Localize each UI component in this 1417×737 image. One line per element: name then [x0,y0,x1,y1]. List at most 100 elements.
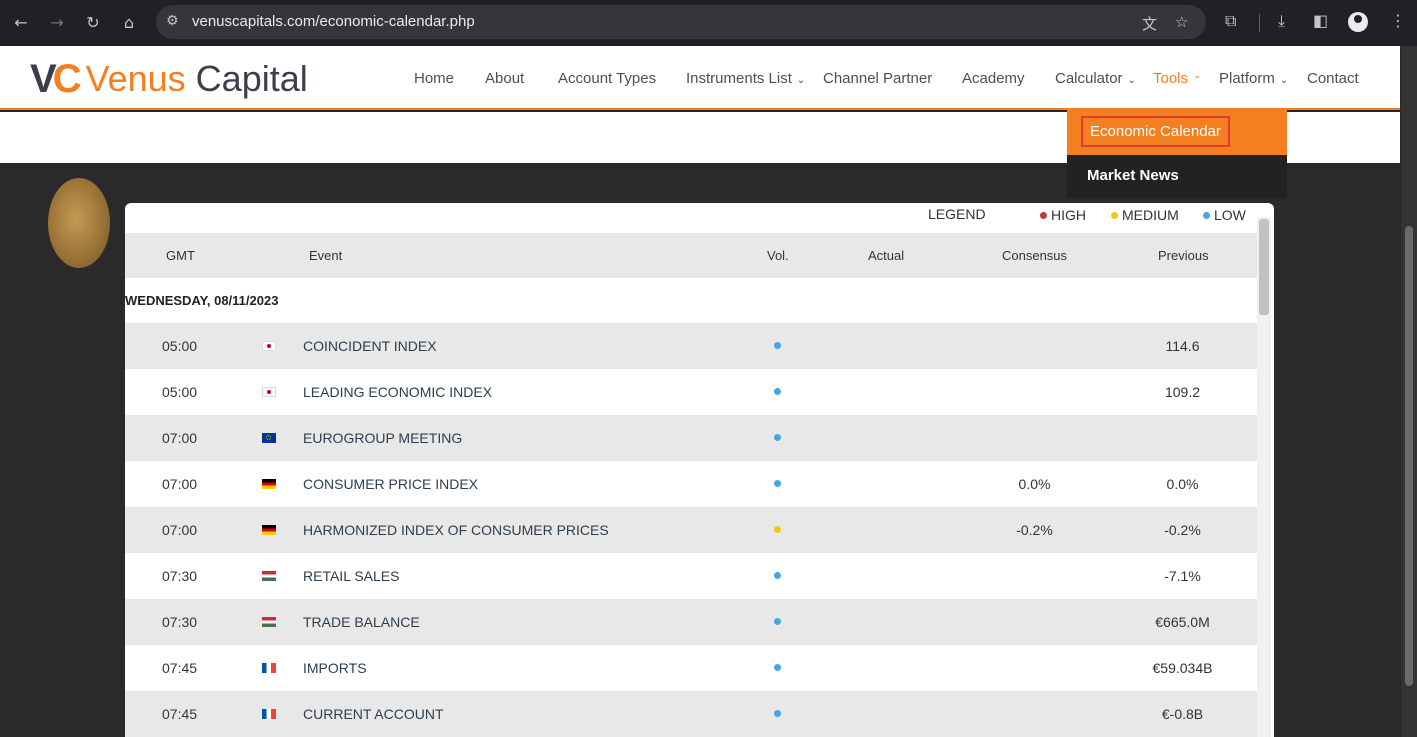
header-previous[interactable]: Previous [1158,248,1209,263]
home-icon[interactable]: ⌂ [118,11,140,33]
table-row[interactable]: 07:45 CURRENT ACCOUNT €-0.8B [125,691,1257,737]
event-name[interactable]: LEADING ECONOMIC INDEX [303,384,492,400]
dropdown-item-economic-calendar[interactable]: Economic Calendar [1067,110,1287,155]
table-row[interactable]: 07:00 HARMONIZED INDEX OF CONSUMER PRICES… [125,507,1257,553]
page-scrollbar-thumb[interactable] [1405,226,1413,686]
legend-medium: MEDIUM [1111,207,1179,223]
table-row[interactable]: 05:00 COINCIDENT INDEX 114.6 [125,323,1257,369]
nav-contact[interactable]: Contact [1307,70,1359,87]
header-gmt[interactable]: GMT [166,248,195,263]
event-time: 05:00 [162,384,198,400]
nav-channel-partner[interactable]: Channel Partner [823,70,932,87]
event-consensus: -0.2% [1016,522,1053,538]
venus-capital-logo[interactable]: VC Venus Capital [30,56,308,101]
flag-icon [262,479,276,489]
volatility-dot-icon [774,664,781,671]
sidepanel-icon[interactable]: ◧ [1313,11,1328,30]
event-time: 07:00 [162,476,198,492]
table-row[interactable]: 07:30 RETAIL SALES -7.1% [125,553,1257,599]
menu-icon[interactable]: ⋮ [1390,11,1406,30]
chevron-up-icon: ⌃ [1193,75,1202,86]
toolbar-divider [1259,14,1260,32]
nav-home[interactable]: Home [414,70,454,87]
low-dot-icon [1203,211,1210,219]
table-row[interactable]: 07:45 IMPORTS €59.034B [125,645,1257,691]
logo-mark: VC [30,56,82,101]
event-name[interactable]: TRADE BALANCE [303,614,420,630]
volatility-dot-icon [774,342,781,349]
nav-platform[interactable]: Platform ⌄ [1219,70,1288,87]
event-name[interactable]: EUROGROUP MEETING [303,430,462,446]
volatility-dot-icon [774,618,781,625]
download-icon[interactable]: ⤓ [1278,11,1285,31]
chevron-down-icon: ⌄ [1127,75,1136,86]
flag-icon [262,617,276,627]
reload-icon[interactable]: ↻ [82,11,104,33]
header-event[interactable]: Event [309,248,342,263]
event-name[interactable]: CURRENT ACCOUNT [303,706,444,722]
event-name[interactable]: COINCIDENT INDEX [303,338,437,354]
table-row[interactable]: 07:00 EUROGROUP MEETING [125,415,1257,461]
event-name[interactable]: IMPORTS [303,660,367,676]
nav-account-types[interactable]: Account Types [558,70,656,87]
profile-icon[interactable] [1348,12,1368,32]
event-time: 07:30 [162,568,198,584]
volatility-dot-icon [774,572,781,579]
panel-scrollbar[interactable] [1257,217,1271,737]
event-consensus: 0.0% [1018,476,1051,492]
event-time: 05:00 [162,338,198,354]
address-bar[interactable]: ⚙ venuscapitals.com/economic-calendar.ph… [156,5,1206,39]
panel-scrollbar-thumb[interactable] [1259,219,1269,315]
event-time: 07:45 [162,660,198,676]
day-label: WEDNESDAY, 08/11/2023 [125,293,279,308]
legend-label: LEGEND [928,206,986,222]
nav-academy[interactable]: Academy [962,70,1025,87]
flag-icon [262,433,276,443]
url-text[interactable]: venuscapitals.com/economic-calendar.php [192,13,475,30]
event-name[interactable]: CONSUMER PRICE INDEX [303,476,478,492]
logo-name-venus: Venus [85,58,186,99]
table-row[interactable]: 05:00 LEADING ECONOMIC INDEX 109.2 [125,369,1257,415]
star-icon[interactable]: ☆ [1175,13,1188,31]
tune-icon[interactable]: ⚙ [166,13,179,29]
event-previous: €-0.8B [1161,706,1204,722]
flag-icon [262,525,276,535]
header-vol[interactable]: Vol. [767,248,789,263]
event-time: 07:00 [162,430,198,446]
event-name[interactable]: RETAIL SALES [303,568,399,584]
extensions-icon[interactable]: ⧉ [1225,11,1236,31]
nav-instruments-list[interactable]: Instruments List ⌄ [686,70,805,87]
volatility-dot-icon [774,434,781,441]
logo-name-capital: Capital [195,58,308,99]
nav-calculator[interactable]: Calculator ⌄ [1055,70,1136,87]
flag-icon [262,341,276,351]
event-previous: 114.6 [1165,338,1200,354]
flag-icon [262,571,276,581]
translate-icon[interactable]: 文 [1142,13,1157,34]
header-actual[interactable]: Actual [868,248,904,263]
nav-about[interactable]: About [485,70,524,87]
event-previous: €665.0M [1155,614,1210,630]
event-previous: 109.2 [1164,384,1201,400]
table-row[interactable]: 07:30 TRADE BALANCE €665.0M [125,599,1257,645]
high-dot-icon [1040,211,1047,219]
chevron-down-icon: ⌄ [1279,75,1289,86]
site-header: VC Venus Capital Home About Account Type… [0,46,1400,110]
nav-tools[interactable]: Tools ⌃ [1153,70,1201,87]
event-time: 07:45 [162,706,198,722]
volatility-dot-icon [774,710,781,717]
economic-calendar-label[interactable]: Economic Calendar [1081,116,1230,147]
forward-icon[interactable]: → [46,11,68,33]
back-icon[interactable]: ← [10,11,32,33]
table-header: GMT Event Vol. Actual Consensus Previous [125,233,1257,278]
header-consensus[interactable]: Consensus [1002,248,1067,263]
legend-low: LOW [1203,207,1246,223]
browser-toolbar: ← → ↻ ⌂ ⚙ venuscapitals.com/economic-cal… [0,0,1417,46]
page-scrollbar[interactable] [1401,46,1417,737]
tools-dropdown: Economic Calendar Market News [1067,110,1287,198]
table-row[interactable]: 07:00 CONSUMER PRICE INDEX 0.0% 0.0% [125,461,1257,507]
event-name[interactable]: HARMONIZED INDEX OF CONSUMER PRICES [303,522,609,538]
flag-icon [262,709,276,719]
coin-image [48,178,110,268]
dropdown-item-market-news[interactable]: Market News [1087,167,1179,184]
